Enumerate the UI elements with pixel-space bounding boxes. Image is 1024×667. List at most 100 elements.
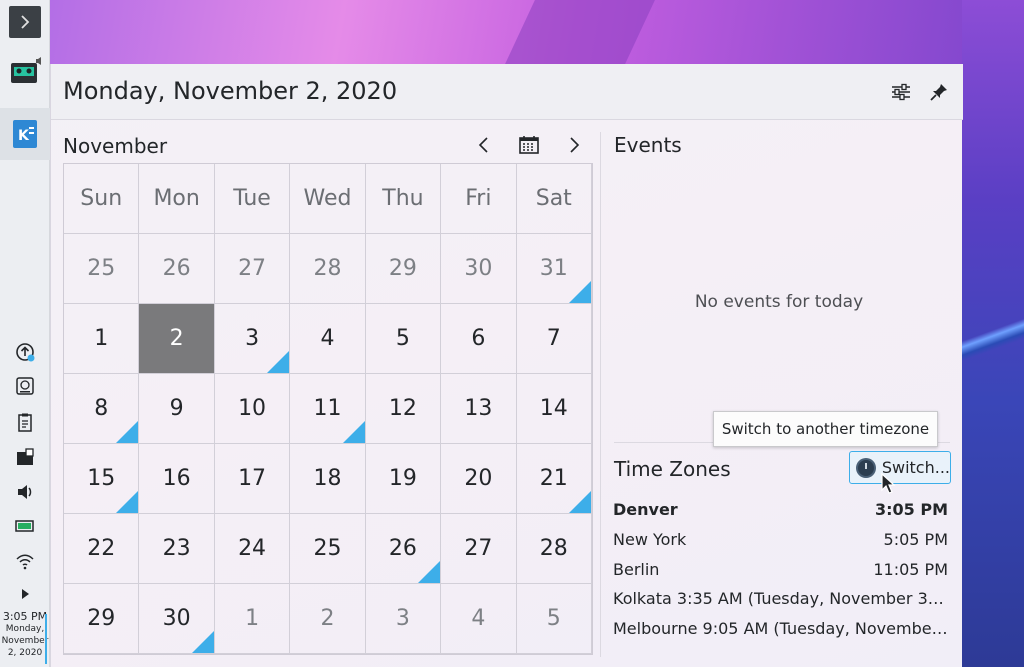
battery-icon[interactable] [14,515,36,537]
day-cell[interactable]: 30 [139,584,215,654]
day-cell[interactable]: 13 [441,374,517,444]
event-indicator [267,351,290,373]
day-cell[interactable]: 3 [214,304,291,374]
timezone-entry: Melbourne 9:05 AM (Tuesday, November … [613,619,948,638]
volume-icon[interactable] [14,481,36,503]
weekday-header: Wed [290,164,366,234]
day-cell[interactable]: 4 [290,304,366,374]
day-cell[interactable]: 27 [441,514,517,584]
weekday-header: Mon [139,164,215,234]
day-cell[interactable]: 21 [516,444,592,514]
day-number: 1 [245,606,260,631]
day-cell[interactable]: 12 [365,374,442,444]
day-cell[interactable]: 10 [214,374,291,444]
day-cell[interactable]: 6 [441,304,517,374]
day-cell[interactable]: 1 [64,304,140,374]
day-cell-selected[interactable]: 2 [139,304,215,374]
day-cell[interactable]: 20 [441,444,517,514]
day-cell[interactable]: 18 [290,444,366,514]
day-number: 31 [539,256,568,281]
day-number: 2 [169,326,184,351]
pin-button[interactable] [927,80,951,104]
day-number: 27 [464,536,493,561]
day-cell[interactable]: 5 [365,304,442,374]
chevron-right-icon [21,15,30,29]
svg-text:K: K [18,128,30,144]
mouse-cursor-icon [881,473,896,494]
day-number: 19 [388,466,417,491]
chevron-right-icon [570,137,580,153]
day-number: 4 [471,606,486,631]
switch-tooltip: Switch to another timezone [713,411,938,447]
digital-clock[interactable]: 3:05 PM Monday, November 2, 2020 [0,610,50,659]
day-number: 28 [313,256,342,281]
day-number: 3 [245,326,260,351]
day-number: 14 [539,396,568,421]
day-cell[interactable]: 14 [516,374,592,444]
day-cell[interactable]: 8 [64,374,140,444]
expand-panel-button[interactable] [9,6,41,38]
day-number: 17 [238,466,267,491]
clock-icon [856,457,876,478]
day-cell[interactable]: 25 [290,514,366,584]
clock-time: 3:05 PM [2,610,48,623]
next-month-button[interactable] [561,132,587,158]
day-cell[interactable]: 29 [64,584,140,654]
day-cell[interactable]: 11 [290,374,366,444]
day-number: 25 [313,536,342,561]
day-cell[interactable]: 24 [214,514,291,584]
chevron-left-icon [478,137,488,153]
configure-button[interactable] [889,80,913,104]
event-indicator [342,421,365,443]
day-cell[interactable]: 2 [290,584,366,654]
day-number: 1 [94,326,109,351]
clipboard-icon[interactable] [14,411,36,433]
day-cell[interactable]: 1 [214,584,291,654]
media-player-launcher[interactable] [9,56,43,90]
event-indicator [569,491,591,513]
day-cell[interactable]: 7 [516,304,592,374]
day-cell[interactable]: 31 [516,234,592,304]
day-cell[interactable]: 25 [64,234,140,304]
day-cell[interactable]: 30 [441,234,517,304]
day-cell[interactable]: 28 [290,234,366,304]
day-number: 29 [87,606,116,631]
day-number: 29 [388,256,417,281]
day-cell[interactable]: 19 [365,444,442,514]
day-cell[interactable]: 9 [139,374,215,444]
day-cell[interactable]: 23 [139,514,215,584]
day-cell[interactable]: 16 [139,444,215,514]
day-cell[interactable]: 4 [441,584,517,654]
day-number: 30 [162,606,191,631]
day-cell[interactable]: 22 [64,514,140,584]
header-title: Monday, November 2, 2020 [63,77,398,105]
day-cell[interactable]: 26 [365,514,442,584]
day-cell[interactable]: 28 [516,514,592,584]
day-cell[interactable]: 15 [64,444,140,514]
day-cell[interactable]: 5 [516,584,592,654]
day-number: 5 [395,326,410,351]
today-button[interactable] [516,132,542,158]
day-number: 24 [238,536,267,561]
day-cell[interactable]: 3 [365,584,442,654]
day-number: 28 [539,536,568,561]
disks-icon[interactable] [14,375,36,397]
day-cell[interactable]: 29 [365,234,442,304]
day-cell[interactable]: 26 [139,234,215,304]
timezones-title: Time Zones [614,457,731,481]
day-cell[interactable]: 17 [214,444,291,514]
switch-timezone-button[interactable]: Switch... [849,451,951,484]
vaults-icon[interactable] [14,446,36,468]
day-number: 22 [87,536,116,561]
day-number: 3 [395,606,410,631]
previous-month-button[interactable] [471,132,497,158]
day-cell[interactable]: 27 [214,234,291,304]
expand-tray-icon[interactable] [14,583,36,605]
wifi-icon[interactable] [14,550,36,572]
day-number: 21 [539,466,568,491]
kaddressbook-icon: K [13,120,37,148]
weekday-header: Thu [365,164,442,234]
updates-icon[interactable] [14,341,36,363]
pin-icon [930,84,947,101]
office-launcher[interactable]: K [0,108,50,160]
